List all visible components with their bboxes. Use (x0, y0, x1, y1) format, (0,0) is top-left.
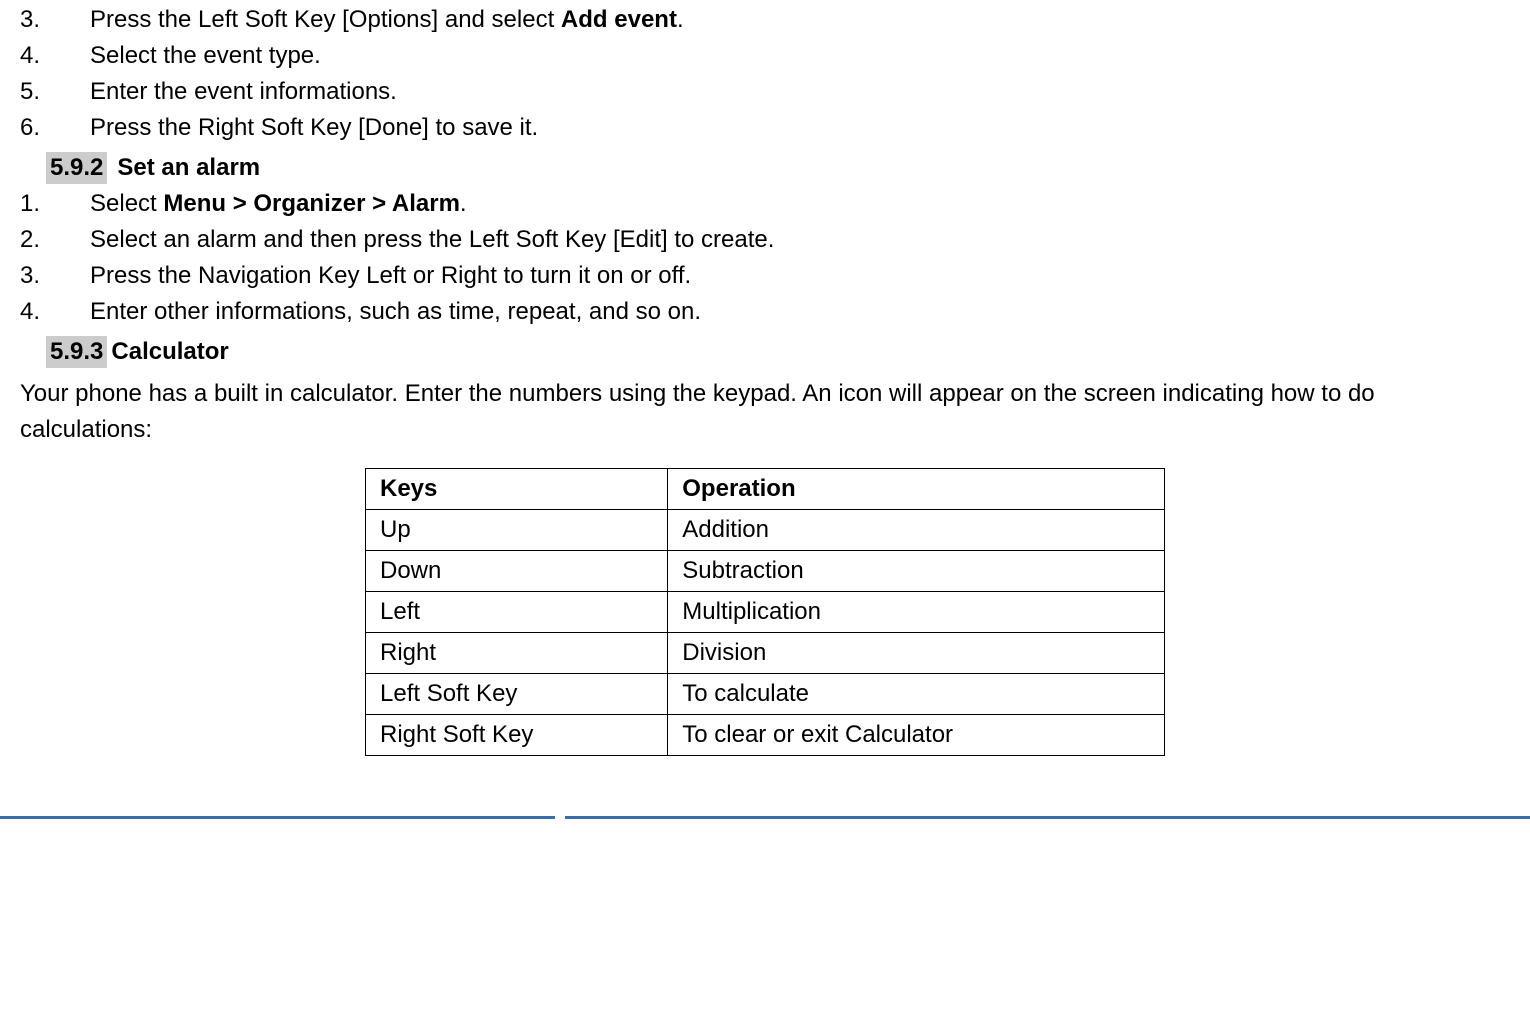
section-title: Calculator (111, 338, 228, 366)
step-text: Enter other informations, such as time, … (90, 298, 1510, 326)
table-cell-key: Left (366, 592, 668, 633)
table-row: Up Addition (366, 510, 1165, 551)
step-number: 5. (20, 78, 90, 106)
table-row: Left Multiplication (366, 592, 1165, 633)
step-item: 5. Enter the event informations. (20, 78, 1510, 106)
step-text: Press the Right Soft Key [Done] to save … (90, 114, 1510, 142)
table-cell-key: Down (366, 551, 668, 592)
calculator-table: Keys Operation Up Addition Down Subtract… (365, 468, 1165, 756)
step-number: 4. (20, 42, 90, 70)
step-text-pre: Select the event type. (90, 42, 321, 69)
table-cell-op: Subtraction (668, 551, 1165, 592)
step-number: 3. (20, 262, 90, 290)
table-cell-key: Left Soft Key (366, 674, 668, 715)
table-row: Down Subtraction (366, 551, 1165, 592)
step-text: Select the event type. (90, 42, 1510, 70)
table-cell-op: Multiplication (668, 592, 1165, 633)
step-text: Press the Navigation Key Left or Right t… (90, 262, 1510, 290)
step-item: 1. Select Menu > Organizer > Alarm. (20, 190, 1510, 218)
table-header-operation: Operation (668, 469, 1165, 510)
table-cell-op: To calculate (668, 674, 1165, 715)
step-text: Select an alarm and then press the Left … (90, 226, 1510, 254)
step-item: 2. Select an alarm and then press the Le… (20, 226, 1510, 254)
step-text-pre: Enter other informations, such as time, … (90, 298, 701, 325)
step-text-pre: Press the Navigation Key Left or Right t… (90, 262, 691, 289)
section-heading-593: 5.9.3 Calculator (46, 336, 1510, 368)
step-number: 4. (20, 298, 90, 326)
step-item: 4. Select the event type. (20, 42, 1510, 70)
step-text: Select Menu > Organizer > Alarm. (90, 190, 1510, 218)
steps-top-list: 3. Press the Left Soft Key [Options] and… (20, 6, 1510, 142)
table-header-row: Keys Operation (366, 469, 1165, 510)
step-text-pre: Press the Left Soft Key [Options] and se… (90, 6, 561, 33)
step-number: 6. (20, 114, 90, 142)
step-text-pre: Select an alarm and then press the Left … (90, 226, 774, 253)
table-cell-op: Addition (668, 510, 1165, 551)
step-item: 4. Enter other informations, such as tim… (20, 298, 1510, 326)
step-text-post: . (677, 6, 684, 33)
step-text-pre: Enter the event informations. (90, 78, 397, 105)
calculator-intro: Your phone has a built in calculator. En… (20, 376, 1510, 448)
step-text: Press the Left Soft Key [Options] and se… (90, 6, 1510, 34)
step-item: 3. Press the Navigation Key Left or Righ… (20, 262, 1510, 290)
step-number: 2. (20, 226, 90, 254)
step-item: 6. Press the Right Soft Key [Done] to sa… (20, 114, 1510, 142)
table-cell-key: Right (366, 633, 668, 674)
table-row: Right Soft Key To clear or exit Calculat… (366, 715, 1165, 756)
step-number: 1. (20, 190, 90, 218)
table-row: Left Soft Key To calculate (366, 674, 1165, 715)
steps-alarm-list: 1. Select Menu > Organizer > Alarm. 2. S… (20, 190, 1510, 326)
step-text-bold: Add event (561, 6, 677, 33)
section-badge: 5.9.2 (46, 152, 107, 184)
step-text-pre: Select (90, 190, 163, 217)
step-item: 3. Press the Left Soft Key [Options] and… (20, 6, 1510, 34)
step-text-post: . (460, 190, 467, 217)
footer-divider (20, 816, 1510, 822)
step-text-bold: Menu > Organizer > Alarm (163, 190, 460, 217)
table-cell-key: Up (366, 510, 668, 551)
table-cell-key: Right Soft Key (366, 715, 668, 756)
table-cell-op: Division (668, 633, 1165, 674)
section-title: Set an alarm (117, 154, 260, 182)
table-header-keys: Keys (366, 469, 668, 510)
step-text: Enter the event informations. (90, 78, 1510, 106)
table-row: Right Division (366, 633, 1165, 674)
section-heading-592: 5.9.2 Set an alarm (46, 152, 1510, 184)
section-badge: 5.9.3 (46, 336, 107, 368)
step-text-pre: Press the Right Soft Key [Done] to save … (90, 114, 538, 141)
table-cell-op: To clear or exit Calculator (668, 715, 1165, 756)
step-number: 3. (20, 6, 90, 34)
